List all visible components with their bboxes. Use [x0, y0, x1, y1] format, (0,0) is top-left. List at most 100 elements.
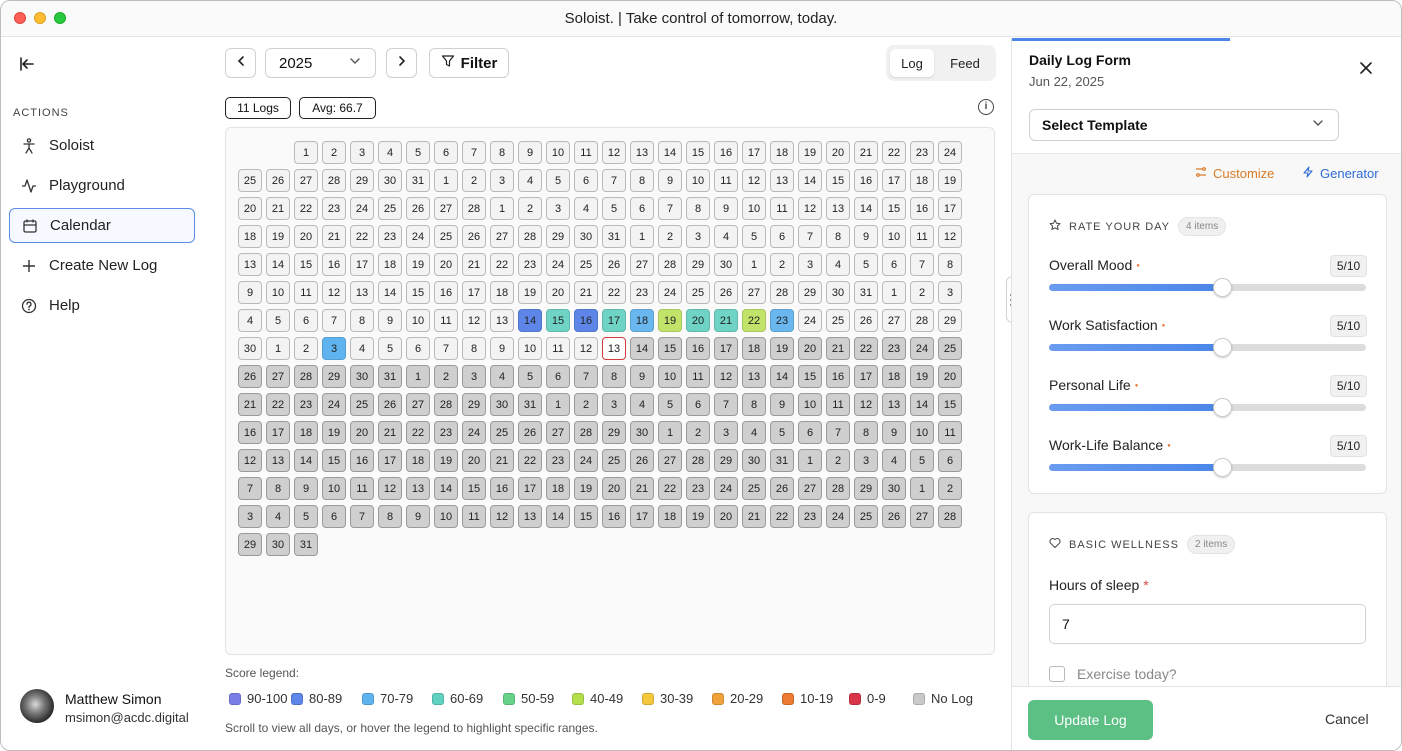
rating-slider[interactable]: [1049, 278, 1366, 297]
day-cell[interactable]: 21: [854, 141, 878, 164]
day-cell[interactable]: 7: [910, 253, 934, 276]
day-cell[interactable]: 15: [406, 281, 430, 304]
day-cell[interactable]: 13: [406, 477, 430, 500]
day-cell[interactable]: 11: [826, 393, 850, 416]
day-cell[interactable]: 30: [490, 393, 514, 416]
day-cell[interactable]: 18: [658, 505, 682, 528]
legend-item[interactable]: 40-49: [572, 691, 623, 706]
day-cell[interactable]: 9: [238, 281, 262, 304]
day-cell[interactable]: 29: [350, 169, 374, 192]
day-cell[interactable]: 14: [854, 197, 878, 220]
day-cell[interactable]: 19: [322, 421, 346, 444]
day-cell[interactable]: 11: [434, 309, 458, 332]
day-cell[interactable]: 25: [938, 337, 962, 360]
legend-item[interactable]: 50-59: [503, 691, 554, 706]
day-cell[interactable]: 6: [546, 365, 570, 388]
day-cell[interactable]: 1: [406, 365, 430, 388]
day-cell[interactable]: 22: [350, 225, 374, 248]
day-cell[interactable]: 2: [938, 477, 962, 500]
day-cell[interactable]: 30: [238, 337, 262, 360]
day-cell[interactable]: 11: [462, 505, 486, 528]
day-cell[interactable]: 21: [714, 309, 738, 332]
day-cell[interactable]: 4: [266, 505, 290, 528]
day-cell[interactable]: 18: [294, 421, 318, 444]
collapse-sidebar-icon[interactable]: [19, 55, 39, 75]
day-cell[interactable]: 17: [266, 421, 290, 444]
day-cell[interactable]: 7: [658, 197, 682, 220]
day-cell[interactable]: 20: [434, 253, 458, 276]
day-cell[interactable]: 16: [602, 505, 626, 528]
day-cell[interactable]: 24: [462, 421, 486, 444]
day-cell[interactable]: 11: [294, 281, 318, 304]
day-cell[interactable]: 31: [518, 393, 542, 416]
day-cell[interactable]: 4: [882, 449, 906, 472]
day-cell[interactable]: 19: [434, 449, 458, 472]
day-cell[interactable]: 3: [854, 449, 878, 472]
day-cell[interactable]: 15: [938, 393, 962, 416]
day-cell[interactable]: 20: [602, 477, 626, 500]
sidebar-item-soloist[interactable]: Soloist: [9, 128, 195, 163]
day-cell[interactable]: 1: [882, 281, 906, 304]
day-cell[interactable]: 22: [406, 421, 430, 444]
day-cell[interactable]: 18: [546, 477, 570, 500]
day-cell[interactable]: 27: [490, 225, 514, 248]
day-cell[interactable]: 16: [826, 365, 850, 388]
day-cell[interactable]: 12: [742, 169, 766, 192]
day-cell[interactable]: 12: [798, 197, 822, 220]
day-cell[interactable]: 13: [266, 449, 290, 472]
day-cell[interactable]: 11: [350, 477, 374, 500]
day-cell[interactable]: 2: [462, 169, 486, 192]
day-cell[interactable]: 26: [602, 253, 626, 276]
day-cell[interactable]: 23: [518, 253, 542, 276]
user-profile[interactable]: Matthew Simon msimon@acdc.digital: [20, 689, 210, 729]
day-cell[interactable]: 16: [490, 477, 514, 500]
day-cell[interactable]: 6: [434, 141, 458, 164]
day-cell[interactable]: 12: [574, 337, 598, 360]
day-cell[interactable]: 23: [910, 141, 934, 164]
day-cell[interactable]: 28: [294, 365, 318, 388]
day-cell[interactable]: 1: [798, 449, 822, 472]
day-cell[interactable]: 1: [546, 393, 570, 416]
day-cell[interactable]: 29: [546, 225, 570, 248]
day-cell[interactable]: 27: [630, 253, 654, 276]
day-cell[interactable]: 28: [910, 309, 934, 332]
day-cell[interactable]: 11: [714, 169, 738, 192]
day-cell[interactable]: 1: [294, 141, 318, 164]
day-cell[interactable]: 1: [266, 337, 290, 360]
day-cell[interactable]: 31: [406, 169, 430, 192]
day-cell[interactable]: 20: [798, 337, 822, 360]
day-cell[interactable]: 16: [574, 309, 598, 332]
day-cell[interactable]: 22: [602, 281, 626, 304]
tab-log[interactable]: Log: [890, 49, 934, 77]
day-cell[interactable]: 20: [826, 141, 850, 164]
day-cell[interactable]: 22: [658, 477, 682, 500]
day-cell[interactable]: 13: [826, 197, 850, 220]
day-cell[interactable]: 22: [770, 505, 794, 528]
day-cell[interactable]: 16: [434, 281, 458, 304]
day-cell[interactable]: 8: [938, 253, 962, 276]
day-cell[interactable]: 2: [770, 253, 794, 276]
day-cell[interactable]: 25: [742, 477, 766, 500]
day-cell[interactable]: 27: [294, 169, 318, 192]
day-cell[interactable]: 14: [518, 309, 542, 332]
day-cell[interactable]: 17: [854, 365, 878, 388]
day-cell[interactable]: 5: [770, 421, 794, 444]
day-cell[interactable]: 13: [630, 141, 654, 164]
day-cell[interactable]: 25: [854, 505, 878, 528]
slider-thumb[interactable]: [1212, 278, 1232, 297]
day-cell[interactable]: 28: [518, 225, 542, 248]
day-cell[interactable]: 21: [630, 477, 654, 500]
day-cell[interactable]: 3: [714, 421, 738, 444]
day-cell[interactable]: 4: [350, 337, 374, 360]
day-cell[interactable]: 15: [826, 169, 850, 192]
day-cell[interactable]: 25: [378, 197, 402, 220]
day-cell[interactable]: 10: [742, 197, 766, 220]
day-cell[interactable]: 25: [490, 421, 514, 444]
day-cell[interactable]: 4: [574, 197, 598, 220]
sidebar-item-calendar[interactable]: Calendar: [9, 208, 195, 243]
template-select[interactable]: Select Template: [1029, 109, 1339, 141]
day-cell[interactable]: 12: [714, 365, 738, 388]
day-cell[interactable]: 9: [882, 421, 906, 444]
day-cell[interactable]: 25: [238, 169, 262, 192]
day-cell[interactable]: 21: [462, 253, 486, 276]
